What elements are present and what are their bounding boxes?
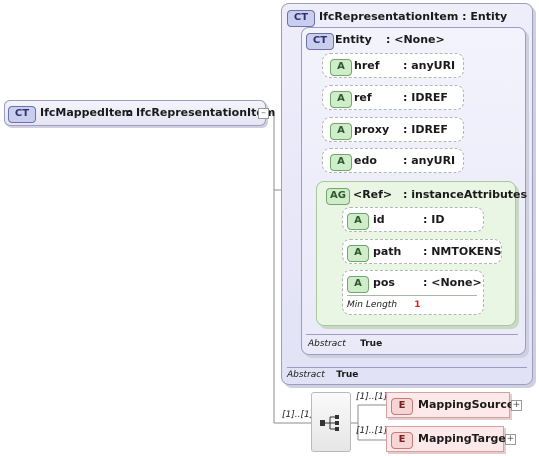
sequence-cardinality: [1]..[1] [282, 410, 314, 420]
attribute-badge-icon: A [330, 59, 352, 76]
facet-row: Min Length 1 [347, 300, 420, 311]
attribute-name: proxy [354, 123, 390, 136]
abstract-row: Abstract True [287, 370, 358, 381]
element-mapping-target[interactable]: E MappingTarget [386, 426, 511, 452]
element-badge-icon: E [391, 432, 413, 449]
element-mapping-source[interactable]: E MappingSource [386, 392, 514, 418]
sequence-icon [320, 415, 339, 431]
ct-badge-icon: CT [287, 10, 315, 27]
attribute-edo[interactable]: A edo : anyURI [322, 148, 464, 173]
attribute-type: : <None> [423, 276, 482, 289]
entity-name: Entity [335, 33, 372, 46]
attribute-badge-icon: A [330, 123, 352, 140]
attribute-type: : NMTOKENS [423, 245, 502, 258]
abstract-label: Abstract [308, 339, 346, 349]
attribute-badge-icon: A [330, 91, 352, 108]
separator [347, 295, 477, 296]
ct-badge-icon: CT [8, 106, 36, 123]
element-cardinality: [1]..[1] [356, 392, 388, 402]
attribute-type: : IDREF [403, 91, 448, 104]
attribute-name: edo [354, 154, 377, 167]
root-type: IfcRepresentationItem [136, 106, 276, 119]
root-name: IfcMappedItem [40, 106, 134, 119]
abstract-value: True [360, 339, 383, 349]
element-cardinality: [1]..[1] [356, 426, 388, 436]
group-type: : instanceAttributes [403, 188, 528, 201]
attribute-badge-icon: A [347, 245, 369, 262]
attribute-type: : anyURI [403, 154, 456, 167]
root-separator: : [127, 106, 132, 119]
sequence-compositor[interactable] [311, 392, 351, 452]
root-complex-type[interactable]: CT IfcMappedItem : IfcRepresentationItem [4, 100, 275, 126]
attribute-badge-icon: A [330, 154, 352, 171]
facet-value: 1 [414, 300, 421, 310]
separator [306, 334, 518, 335]
abstract-value: True [336, 370, 359, 380]
attribute-name: href [354, 59, 380, 72]
attribute-path[interactable]: A path : NMTOKENS [342, 239, 502, 264]
attribute-pos[interactable]: A pos : <None> Min Length 1 [342, 270, 484, 315]
expand-icon[interactable]: + [505, 434, 516, 445]
attribute-badge-icon: A [347, 276, 369, 293]
ct-badge-icon: CT [306, 33, 334, 50]
attribute-name: pos [373, 276, 395, 289]
facet-label: Min Length [347, 300, 398, 310]
attribute-type: : anyURI [403, 59, 456, 72]
attribute-badge-icon: A [347, 213, 369, 230]
attribute-href[interactable]: A href : anyURI [322, 53, 464, 78]
attribute-type: : IDREF [403, 123, 448, 136]
collapse-icon[interactable]: – [258, 108, 269, 119]
attribute-name: id [373, 213, 385, 226]
attribute-id[interactable]: A id : ID [342, 207, 484, 232]
attribute-name: path [373, 245, 402, 258]
ag-badge-icon: AG [326, 188, 350, 205]
element-name: MappingSource [418, 398, 515, 411]
abstract-row: Abstract True [308, 339, 382, 350]
attribute-ref[interactable]: A ref : IDREF [322, 85, 464, 110]
element-name: MappingTarget [418, 432, 512, 445]
expand-icon[interactable]: + [511, 400, 522, 411]
element-badge-icon: E [391, 398, 413, 415]
group-name: <Ref> [353, 188, 393, 201]
attribute-name: ref [354, 91, 372, 104]
attribute-type: : ID [423, 213, 445, 226]
entity-type: : <None> [386, 33, 445, 46]
separator [287, 367, 527, 368]
base-type-header: IfcRepresentationItem : Entity [319, 10, 508, 23]
abstract-label: Abstract [287, 370, 325, 380]
attribute-proxy[interactable]: A proxy : IDREF [322, 117, 464, 142]
